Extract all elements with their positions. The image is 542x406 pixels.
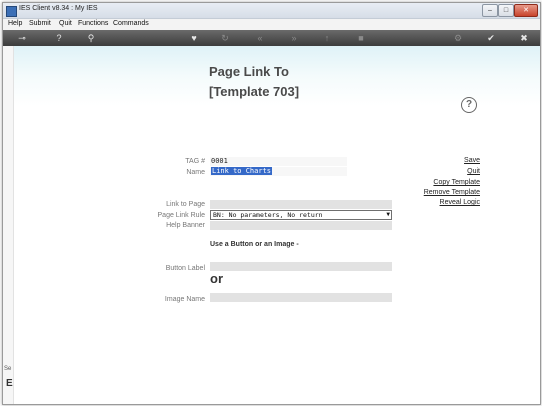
- maximize-button[interactable]: □: [498, 4, 514, 17]
- tag-value: 0001: [211, 157, 228, 165]
- name-value: Link to Charts: [211, 167, 273, 175]
- refresh-icon[interactable]: ↻: [219, 32, 231, 44]
- tag-label: TAG #: [185, 158, 205, 165]
- gear-icon[interactable]: ⚙: [452, 32, 464, 44]
- app-window: IES Client v8.34 : My IES – □ ✕ Help Sub…: [2, 2, 541, 405]
- copy-template-link[interactable]: Copy Template: [413, 179, 480, 186]
- window-title: IES Client v8.34 : My IES: [19, 5, 98, 12]
- ok-icon[interactable]: ✔: [485, 32, 497, 44]
- sidebar-letter: E: [6, 378, 13, 389]
- left-sidebar: Se E: [3, 46, 14, 404]
- close-icon[interactable]: ✖: [518, 32, 530, 44]
- page-link-rule-select[interactable]: BN: No parameters, No return ▼: [210, 210, 392, 220]
- minimize-button[interactable]: –: [482, 4, 498, 17]
- button-label-field[interactable]: [210, 262, 392, 271]
- button-label-label: Button Label: [165, 265, 205, 272]
- help-banner-field[interactable]: [210, 221, 392, 230]
- close-window-button[interactable]: ✕: [514, 4, 538, 17]
- quit-link[interactable]: Quit: [443, 168, 480, 175]
- up-icon[interactable]: ↑: [321, 32, 333, 44]
- menu-bar: Help Submit Quit Functions Commands: [3, 19, 540, 30]
- or-text: or: [210, 271, 223, 286]
- chevron-down-icon: ▼: [386, 211, 390, 218]
- remove-template-link[interactable]: Remove Template: [403, 189, 480, 196]
- link-to-page-label: Link to Page: [166, 201, 205, 208]
- menu-commands[interactable]: Commands: [113, 20, 149, 27]
- toolbar: ⊸ ? ⚲ ♥ ↻ « » ↑ ■ ⚙ ✔ ✖: [3, 30, 540, 46]
- link-to-page-field[interactable]: [210, 200, 392, 209]
- app-icon: [6, 6, 17, 17]
- help-icon[interactable]: ?: [53, 32, 65, 44]
- heart-icon[interactable]: ♥: [188, 32, 200, 44]
- save-link[interactable]: Save: [443, 157, 480, 164]
- help-circle-icon[interactable]: ?: [461, 97, 477, 113]
- stop-icon[interactable]: ■: [355, 32, 367, 44]
- forward-icon[interactable]: »: [288, 32, 300, 44]
- reveal-logic-link[interactable]: Reveal Logic: [413, 199, 480, 206]
- tag-field[interactable]: 0001: [210, 157, 347, 166]
- title-bar: IES Client v8.34 : My IES – □ ✕: [3, 3, 540, 19]
- image-name-label: Image Name: [164, 296, 205, 303]
- use-button-or-image-text: Use a Button or an Image -: [210, 241, 299, 248]
- menu-submit[interactable]: Submit: [29, 20, 51, 27]
- key-icon[interactable]: ⊸: [11, 32, 33, 44]
- page-subtitle: [Template 703]: [209, 84, 300, 99]
- menu-help[interactable]: Help: [8, 20, 22, 27]
- search-icon[interactable]: ⚲: [85, 32, 97, 44]
- menu-quit[interactable]: Quit: [59, 20, 72, 27]
- sidebar-label: Se: [4, 366, 12, 372]
- image-name-field[interactable]: [210, 293, 392, 302]
- page-link-rule-value: BN: No parameters, No return: [213, 211, 323, 219]
- back-icon[interactable]: «: [254, 32, 266, 44]
- menu-functions[interactable]: Functions: [78, 20, 108, 27]
- page-title: Page Link To: [209, 64, 289, 79]
- page-link-rule-label: Page Link Rule: [157, 212, 205, 219]
- name-label: Name: [186, 169, 205, 176]
- name-field[interactable]: Link to Charts: [210, 167, 347, 176]
- help-banner-label: Help Banner: [166, 222, 205, 229]
